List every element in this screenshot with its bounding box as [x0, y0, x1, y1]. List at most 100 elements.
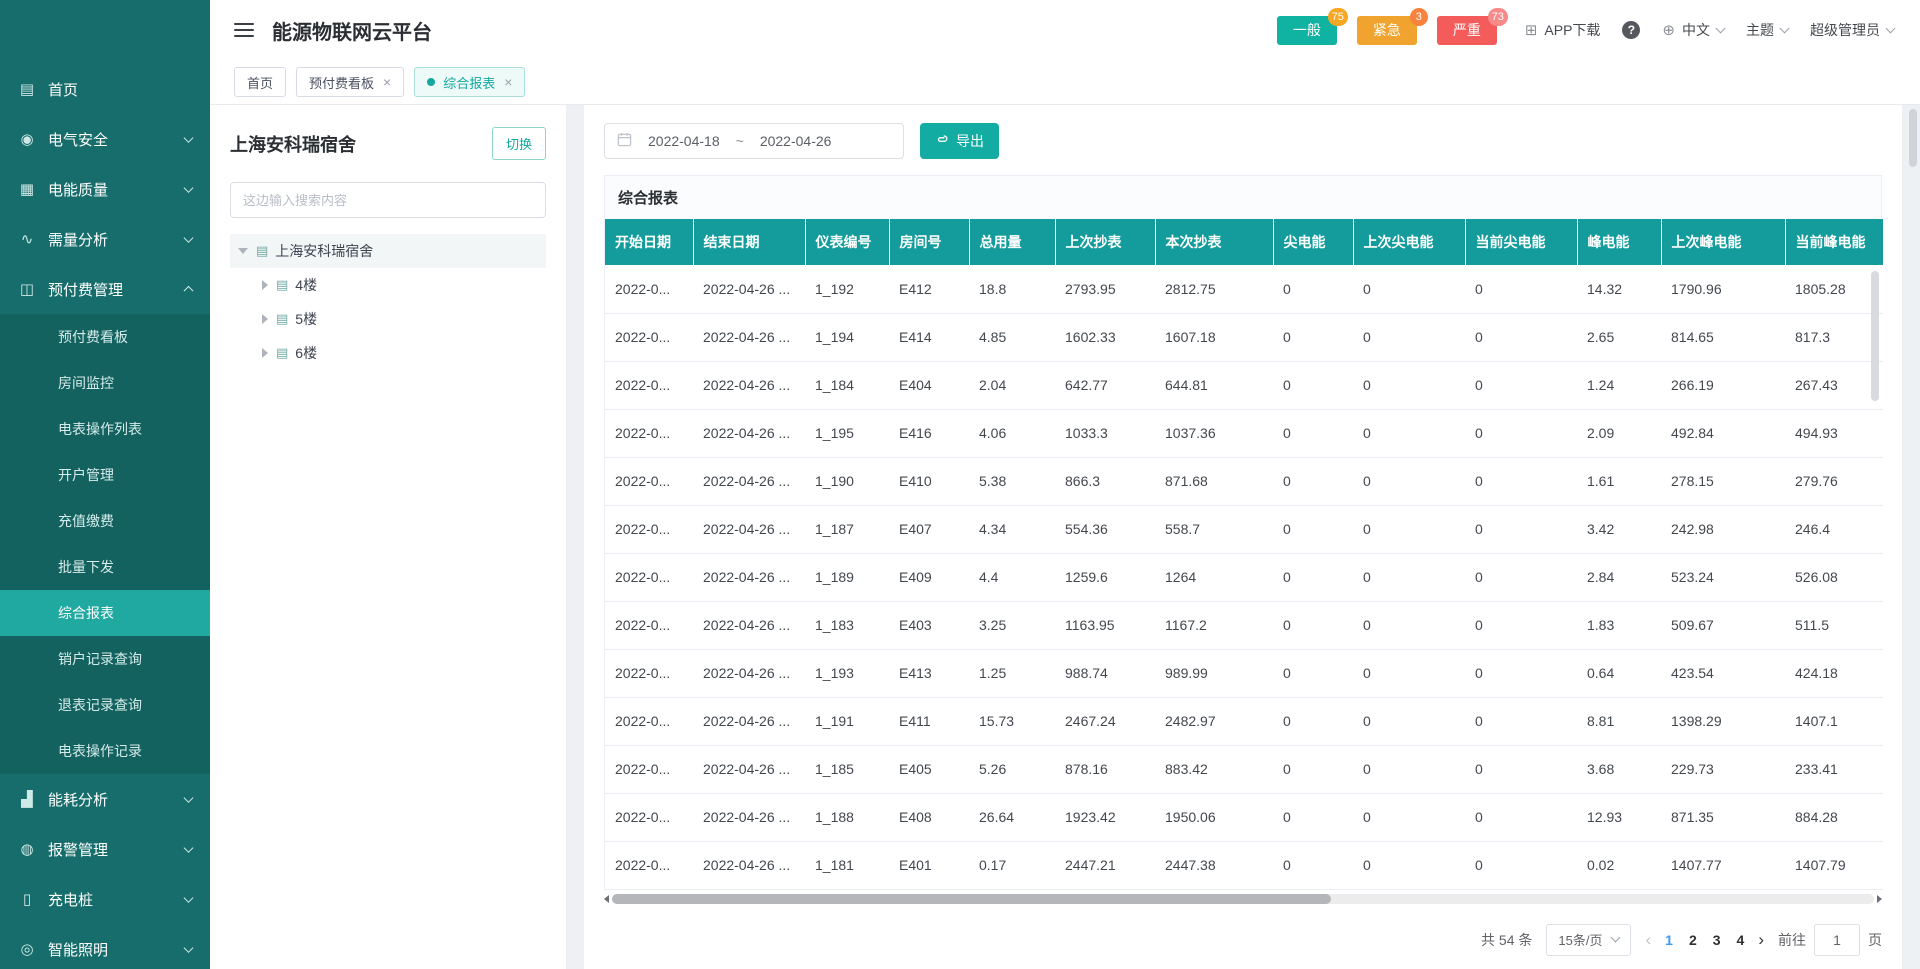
page-size-select[interactable]: 15条/页	[1546, 924, 1631, 956]
column-header: 上次抄表	[1055, 219, 1155, 265]
sidebar-item-smart-lighting[interactable]: ◎智能照明	[0, 924, 210, 969]
topbar-left: 能源物联网云平台	[234, 16, 432, 45]
export-button[interactable]: 导出	[920, 123, 999, 159]
tab-comprehensive-report[interactable]: 综合报表×	[414, 67, 525, 97]
goto-label: 前往	[1778, 930, 1806, 950]
switch-site-button[interactable]: 切换	[492, 127, 546, 160]
table-row[interactable]: 2022-0...2022-04-26 ...1_181E4010.172447…	[605, 841, 1883, 889]
table-vertical-scrollbar[interactable]	[1871, 271, 1879, 401]
table-row[interactable]: 2022-0...2022-04-26 ...1_184E4042.04642.…	[605, 361, 1883, 409]
table-cell: 0	[1353, 841, 1465, 889]
table-cell: 492.84	[1661, 409, 1785, 457]
column-header: 尖电能	[1273, 219, 1353, 265]
tree-node-1[interactable]: ▤5楼	[230, 302, 546, 336]
sidebar-item-prepaid-management[interactable]: ◫预付费管理	[0, 264, 210, 314]
report-title: 综合报表	[604, 175, 1882, 219]
help-icon[interactable]: ?	[1622, 21, 1640, 39]
page-button-2[interactable]: 2	[1689, 932, 1697, 948]
table-cell: 523.24	[1661, 553, 1785, 601]
page-scrollbar[interactable]	[1909, 109, 1917, 167]
caret-down-icon	[238, 248, 248, 254]
table-cell: 1.83	[1577, 601, 1661, 649]
page-button-1[interactable]: 1	[1665, 932, 1673, 948]
tree-node-2[interactable]: ▤6楼	[230, 336, 546, 370]
tree-node-0[interactable]: ▤4楼	[230, 268, 546, 302]
horizontal-scrollbar-thumb[interactable]	[612, 894, 1331, 904]
building-icon: ▤	[276, 277, 288, 293]
sidebar-item-power-quality[interactable]: ▦电能质量	[0, 164, 210, 214]
sidebar-item-energy-analysis[interactable]: ▟能耗分析	[0, 774, 210, 824]
table-row[interactable]: 2022-0...2022-04-26 ...1_190E4105.38866.…	[605, 457, 1883, 505]
sidebar-subitem-batch-issue[interactable]: 批量下发	[0, 544, 210, 590]
scroll-right-arrow-icon[interactable]	[1877, 895, 1882, 903]
table-cell: 0	[1465, 265, 1577, 313]
sidebar-item-home[interactable]: ▤首页	[0, 64, 210, 114]
page-button-3[interactable]: 3	[1713, 932, 1721, 948]
tab-prepaid-dashboard[interactable]: 预付费看板×	[296, 67, 404, 97]
sidebar-item-electrical-safety[interactable]: ◉电气安全	[0, 114, 210, 164]
sidebar-item-alarm-management[interactable]: ◍报警管理	[0, 824, 210, 874]
column-header: 上次峰电能	[1661, 219, 1785, 265]
prev-page-button[interactable]: ‹	[1645, 931, 1651, 948]
sidebar-subitem-room-monitor[interactable]: 房间监控	[0, 360, 210, 406]
panel-gap	[566, 105, 584, 969]
demand-analysis-icon: ∿	[18, 230, 36, 248]
horizontal-scrollbar[interactable]	[612, 894, 1874, 904]
alert-severe-button[interactable]: 严重73	[1437, 16, 1497, 45]
table-cell: 1259.6	[1055, 553, 1155, 601]
close-icon[interactable]: ×	[504, 74, 512, 90]
sidebar-item-charging-pile[interactable]: ▯充电桩	[0, 874, 210, 924]
alert-urgent-button[interactable]: 紧急3	[1357, 16, 1417, 45]
table-cell: 0.02	[1577, 841, 1661, 889]
smart-lighting-icon: ◎	[18, 940, 36, 958]
sidebar-subitem-comprehensive-report[interactable]: 综合报表	[0, 590, 210, 636]
table-cell: 2022-0...	[605, 649, 693, 697]
sidebar-subitem-prepaid-dashboard[interactable]: 预付费看板	[0, 314, 210, 360]
table-row[interactable]: 2022-0...2022-04-26 ...1_189E4094.41259.…	[605, 553, 1883, 601]
sidebar-subitem-account-closure-query[interactable]: 销户记录查询	[0, 636, 210, 682]
table-row[interactable]: 2022-0...2022-04-26 ...1_195E4164.061033…	[605, 409, 1883, 457]
date-start: 2022-04-18	[648, 133, 720, 149]
alert-general-badge: 75	[1328, 8, 1348, 26]
app-download-link[interactable]: ⊞ APP下载	[1525, 20, 1601, 40]
chevron-down-icon	[1611, 933, 1621, 943]
goto-page-input[interactable]	[1814, 924, 1860, 956]
close-icon[interactable]: ×	[383, 74, 391, 90]
submenu-prepaid-management: 预付费看板房间监控电表操作列表开户管理充值缴费批量下发综合报表销户记录查询退表记…	[0, 314, 210, 774]
sidebar-item-demand-analysis[interactable]: ∿需量分析	[0, 214, 210, 264]
table-row[interactable]: 2022-0...2022-04-26 ...1_183E4033.251163…	[605, 601, 1883, 649]
tree-node-root[interactable]: ▤ 上海安科瑞宿舍	[230, 234, 546, 268]
tab-home[interactable]: 首页	[234, 67, 286, 97]
report-table-body: 2022-0...2022-04-26 ...1_192E41218.82793…	[605, 265, 1883, 889]
user-menu[interactable]: 超级管理员	[1810, 20, 1894, 40]
table-row[interactable]: 2022-0...2022-04-26 ...1_191E41115.73246…	[605, 697, 1883, 745]
table-row[interactable]: 2022-0...2022-04-26 ...1_188E40826.64192…	[605, 793, 1883, 841]
sidebar-subitem-meter-return-query[interactable]: 退表记录查询	[0, 682, 210, 728]
sidebar-subitem-recharge-payment[interactable]: 充值缴费	[0, 498, 210, 544]
menu-collapse-icon[interactable]	[234, 19, 254, 41]
table-cell: 2022-0...	[605, 265, 693, 313]
tree-search-input[interactable]	[230, 182, 546, 218]
language-select[interactable]: ⊕ 中文	[1662, 20, 1724, 40]
table-cell: 1790.96	[1661, 265, 1785, 313]
home-icon: ▤	[18, 80, 36, 98]
chevron-down-icon	[184, 133, 194, 143]
table-cell: 1805.28	[1785, 265, 1883, 313]
table-row[interactable]: 2022-0...2022-04-26 ...1_187E4074.34554.…	[605, 505, 1883, 553]
sidebar-subitem-meter-operation-record[interactable]: 电表操作记录	[0, 728, 210, 774]
scroll-left-arrow-icon[interactable]	[604, 895, 609, 903]
table-row[interactable]: 2022-0...2022-04-26 ...1_192E41218.82793…	[605, 265, 1883, 313]
table-cell: 2812.75	[1155, 265, 1273, 313]
table-cell: 511.5	[1785, 601, 1883, 649]
alert-general-button[interactable]: 一般75	[1277, 16, 1337, 45]
table-row[interactable]: 2022-0...2022-04-26 ...1_193E4131.25988.…	[605, 649, 1883, 697]
next-page-button[interactable]: ›	[1758, 931, 1764, 948]
table-cell: 0.17	[969, 841, 1055, 889]
sidebar-subitem-account-opening[interactable]: 开户管理	[0, 452, 210, 498]
page-button-4[interactable]: 4	[1737, 932, 1745, 948]
table-row[interactable]: 2022-0...2022-04-26 ...1_194E4144.851602…	[605, 313, 1883, 361]
theme-select[interactable]: 主题	[1746, 20, 1788, 40]
table-row[interactable]: 2022-0...2022-04-26 ...1_185E4055.26878.…	[605, 745, 1883, 793]
sidebar-subitem-meter-operation-list[interactable]: 电表操作列表	[0, 406, 210, 452]
date-range-picker[interactable]: 2022-04-18 ~ 2022-04-26	[604, 123, 904, 159]
